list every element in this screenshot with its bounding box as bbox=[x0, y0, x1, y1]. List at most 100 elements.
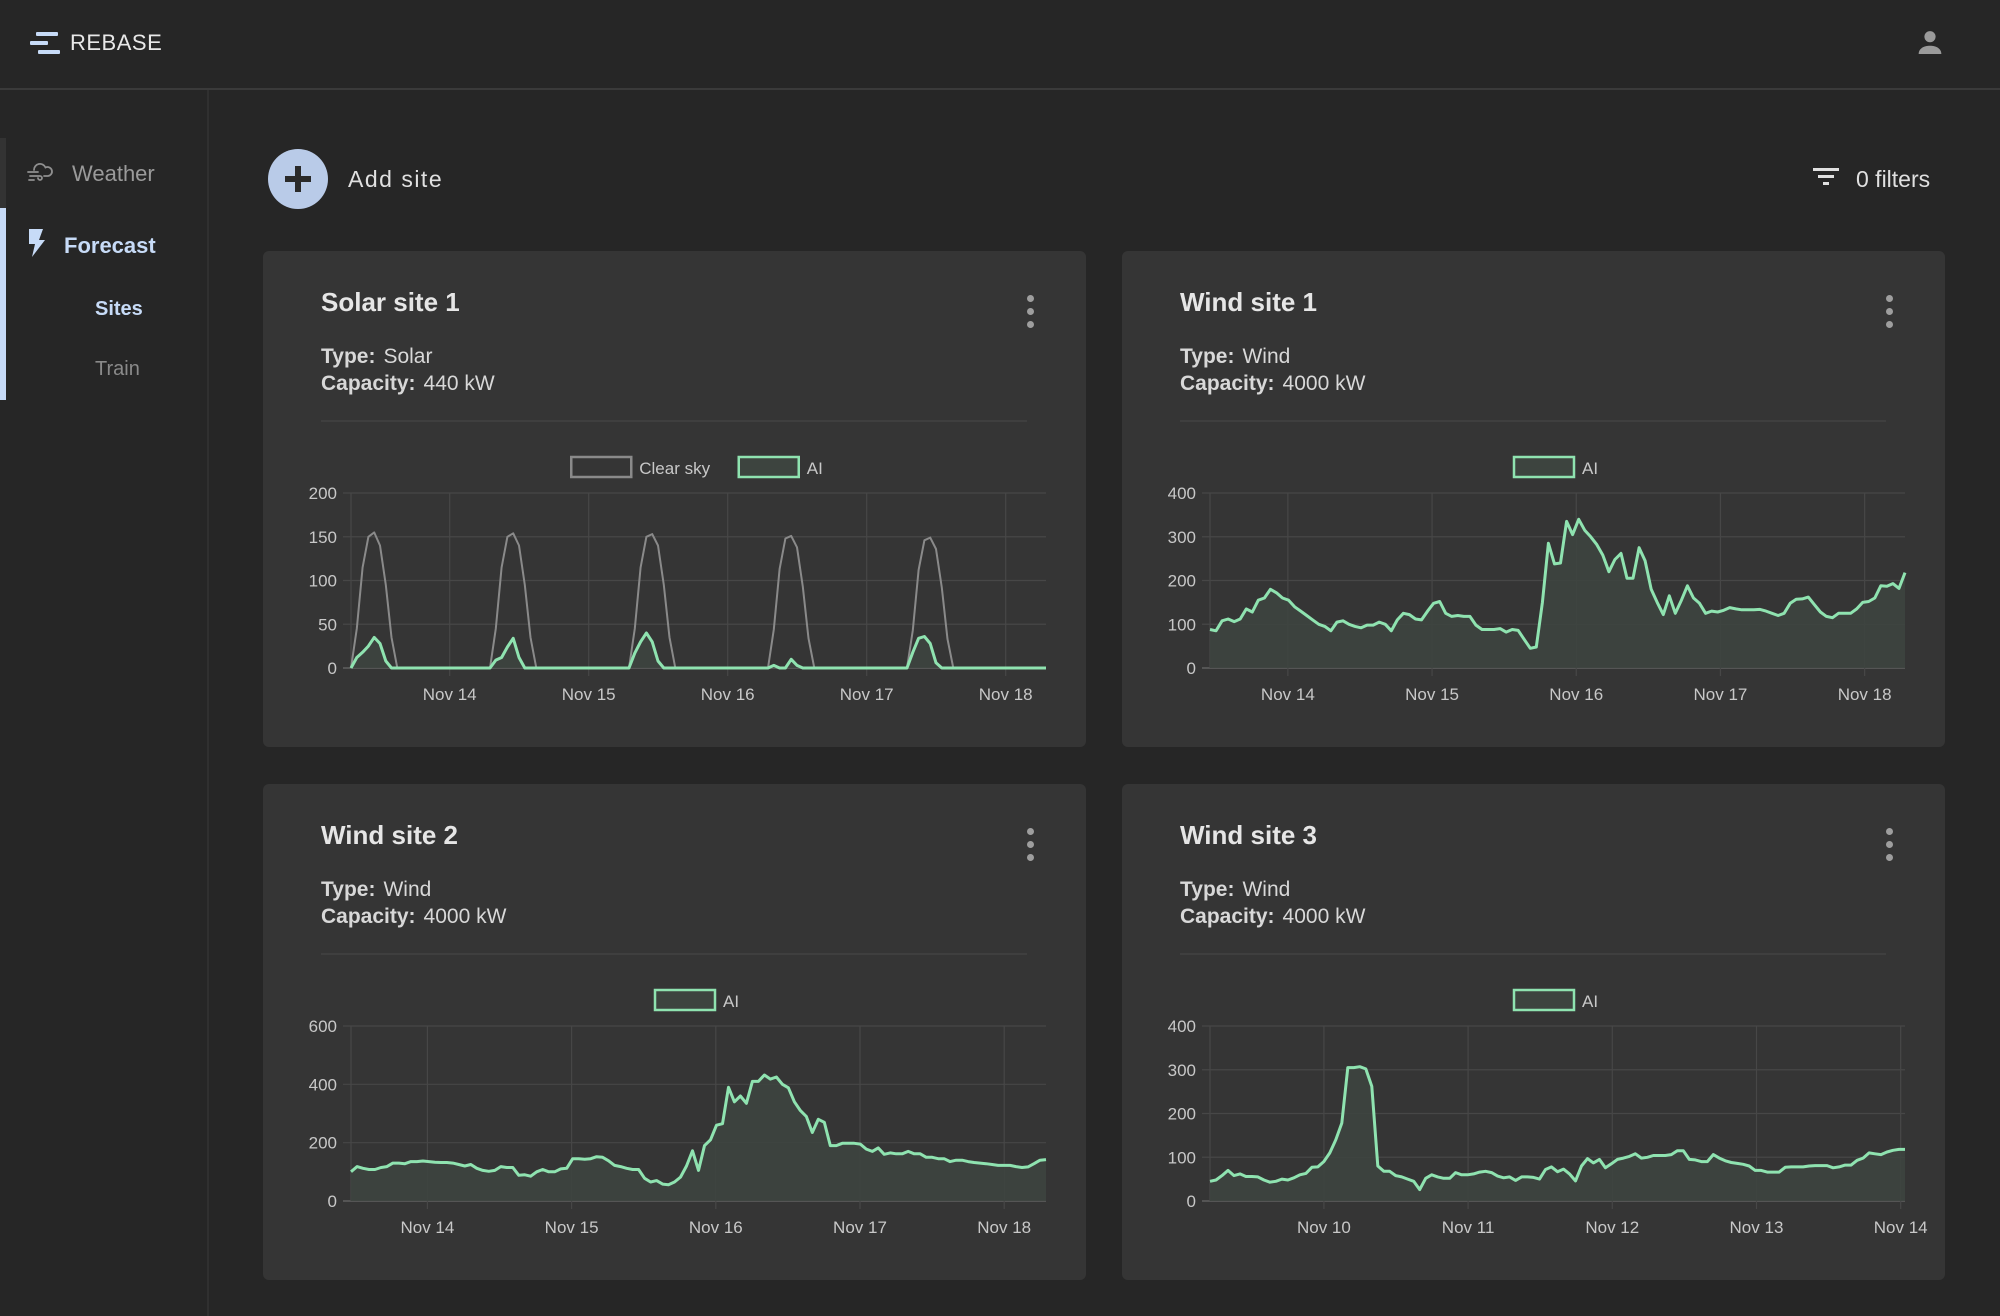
legend-item: AI bbox=[1512, 455, 1598, 479]
sidebar-item-forecast[interactable]: Forecast bbox=[26, 228, 156, 264]
add-site-button[interactable]: Add site bbox=[268, 149, 443, 209]
legend-item: AI bbox=[653, 988, 739, 1012]
capacity-label: Capacity: bbox=[321, 905, 416, 928]
legend-item: Clear sky bbox=[570, 455, 711, 479]
card-divider bbox=[321, 420, 1027, 422]
more-options-icon[interactable] bbox=[1023, 295, 1037, 329]
app-header: REBASE bbox=[0, 0, 2000, 90]
site-card[interactable]: Wind site 2 Type: Wind Capacity: 4000 kW 0… bbox=[263, 784, 1086, 1280]
legend-label: AI bbox=[1582, 992, 1598, 1011]
x-tick-label: Nov 16 bbox=[701, 685, 755, 704]
y-tick-label: 400 bbox=[1168, 1017, 1196, 1036]
x-tick-label: Nov 18 bbox=[977, 1218, 1031, 1237]
x-tick-label: Nov 18 bbox=[1838, 685, 1892, 704]
account-icon[interactable] bbox=[1914, 26, 1946, 58]
capacity-value: 440 kW bbox=[423, 372, 495, 395]
filters-count: 0 filters bbox=[1856, 166, 1931, 192]
legend-item: AI bbox=[1512, 988, 1598, 1012]
site-capacity: Capacity: 4000 kW bbox=[1180, 372, 1365, 396]
type-value: Wind bbox=[1242, 878, 1291, 901]
y-tick-label: 600 bbox=[309, 1017, 337, 1036]
x-tick-label: Nov 12 bbox=[1585, 1218, 1639, 1237]
y-tick-label: 200 bbox=[1168, 1105, 1196, 1124]
x-tick-label: Nov 15 bbox=[545, 1218, 599, 1237]
chart-svg: 0 100 200 300 400 Nov 14 Nov 15 Nov 16 Nov 17 Nov… bbox=[1168, 455, 1907, 704]
type-label: Type: bbox=[321, 878, 376, 901]
y-tick-label: 0 bbox=[328, 1192, 337, 1211]
x-tick-label: Nov 10 bbox=[1297, 1218, 1351, 1237]
more-options-icon[interactable] bbox=[1882, 828, 1896, 862]
sidebar-item-weather[interactable]: Weather bbox=[26, 158, 155, 190]
site-card[interactable]: Solar site 1 Type: Solar Capacity: 440 kW … bbox=[263, 251, 1086, 747]
card-divider bbox=[1180, 420, 1886, 422]
type-value: Solar bbox=[383, 345, 433, 368]
x-tick-label: Nov 11 bbox=[1442, 1218, 1495, 1237]
x-tick-label: Nov 18 bbox=[979, 685, 1033, 704]
x-tick-label: Nov 16 bbox=[689, 1218, 743, 1237]
chart-svg: 0 200 400 600 Nov 14 Nov 15 Nov 16 Nov 17 Nov 18… bbox=[309, 988, 1047, 1237]
type-label: Type: bbox=[321, 345, 376, 368]
card-divider bbox=[1180, 953, 1886, 955]
lightning-bolt-icon bbox=[26, 228, 48, 264]
sidebar-subitem-sites[interactable]: Sites bbox=[95, 298, 143, 321]
legend-item: AI bbox=[737, 455, 823, 479]
capacity-label: Capacity: bbox=[1180, 905, 1275, 928]
x-tick-label: Nov 14 bbox=[400, 1218, 454, 1237]
type-label: Type: bbox=[1180, 878, 1235, 901]
y-tick-label: 0 bbox=[1187, 1192, 1196, 1211]
x-tick-label: Nov 14 bbox=[1874, 1218, 1928, 1237]
type-value: Wind bbox=[383, 878, 432, 901]
site-title: Wind site 3 bbox=[1180, 820, 1318, 850]
y-tick-label: 100 bbox=[1168, 1148, 1196, 1167]
brand-logo[interactable]: REBASE bbox=[30, 30, 162, 56]
x-tick-label: Nov 14 bbox=[1261, 685, 1315, 704]
x-tick-label: Nov 17 bbox=[833, 1218, 887, 1237]
series-line-ai bbox=[349, 631, 1046, 670]
legend-label: Clear sky bbox=[639, 459, 710, 478]
sidebar: Weather Forecast Sites Train bbox=[0, 90, 209, 1316]
legend-swatch bbox=[570, 455, 633, 479]
site-card[interactable]: Wind site 1 Type: Wind Capacity: 4000 kW 0… bbox=[1122, 251, 1945, 747]
add-site-label: Add site bbox=[348, 165, 444, 192]
weather-wind-cloud-icon bbox=[26, 158, 56, 190]
legend-label: AI bbox=[723, 992, 739, 1011]
brand-name: REBASE bbox=[70, 30, 163, 55]
sidebar-active-indicator bbox=[0, 208, 6, 400]
legend-swatch bbox=[737, 455, 800, 479]
chart-svg: 0 100 200 300 400 Nov 10 Nov 11 Nov 12 Nov 13 Nov… bbox=[1168, 988, 1928, 1237]
sidebar-item-label: Forecast bbox=[64, 233, 156, 258]
card-divider bbox=[321, 953, 1027, 955]
site-capacity: Capacity: 4000 kW bbox=[321, 905, 506, 929]
more-options-icon[interactable] bbox=[1023, 828, 1037, 862]
legend-label: AI bbox=[807, 459, 823, 478]
y-tick-label: 100 bbox=[309, 572, 337, 591]
series-area-ai bbox=[1210, 519, 1905, 668]
legend-swatch bbox=[653, 988, 717, 1012]
series-area-ai bbox=[351, 633, 1046, 668]
y-tick-label: 150 bbox=[309, 528, 337, 547]
sidebar-subitem-train[interactable]: Train bbox=[95, 358, 140, 381]
y-tick-label: 300 bbox=[1168, 528, 1196, 547]
y-tick-label: 50 bbox=[318, 615, 337, 634]
x-tick-label: Nov 14 bbox=[423, 685, 477, 704]
site-capacity: Capacity: 4000 kW bbox=[1180, 905, 1365, 929]
site-type: Type: Wind bbox=[1180, 345, 1290, 369]
capacity-value: 4000 kW bbox=[423, 905, 507, 928]
filter-list-icon bbox=[1812, 166, 1840, 193]
capacity-value: 4000 kW bbox=[1282, 905, 1366, 928]
series-line-clear-sky bbox=[350, 531, 1046, 669]
y-tick-label: 400 bbox=[1168, 484, 1196, 503]
forecast-chart: 0 100 200 300 400 Nov 10 Nov 11 Nov 12 Nov 13 Nov… bbox=[1122, 979, 1945, 1269]
x-tick-label: Nov 16 bbox=[1549, 685, 1603, 704]
y-tick-label: 0 bbox=[1187, 659, 1196, 678]
site-type: Type: Wind bbox=[321, 878, 431, 902]
capacity-label: Capacity: bbox=[321, 372, 416, 395]
site-card[interactable]: Wind site 3 Type: Wind Capacity: 4000 kW 0… bbox=[1122, 784, 1945, 1280]
y-tick-label: 200 bbox=[309, 1134, 337, 1153]
filters-button[interactable]: 0 filters bbox=[1812, 166, 1930, 193]
rebase-logo-icon bbox=[30, 32, 60, 54]
x-tick-label: Nov 15 bbox=[562, 685, 616, 704]
more-options-icon[interactable] bbox=[1882, 295, 1896, 329]
chart-svg: 0 50 100 150 200 Nov 14 Nov 15 Nov 16 Nov 17 Nov … bbox=[309, 455, 1046, 704]
y-tick-label: 0 bbox=[328, 659, 337, 678]
